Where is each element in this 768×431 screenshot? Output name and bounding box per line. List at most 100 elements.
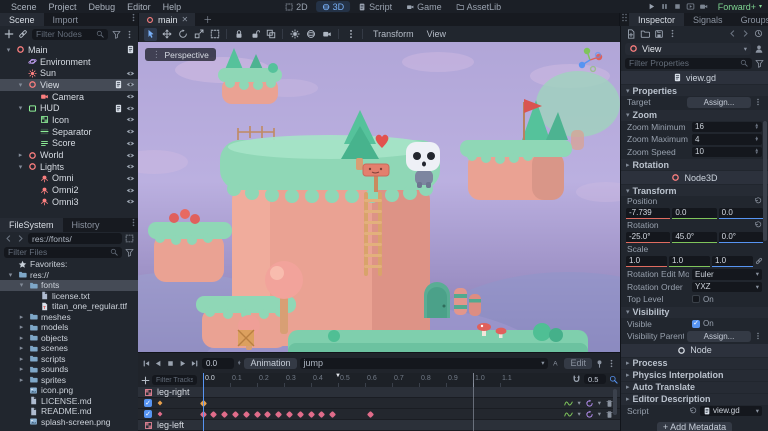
inspector-history-icon[interactable] [754,29,763,38]
menu-help[interactable]: Help [158,2,187,12]
new-resource-button[interactable] [626,29,636,39]
workspace-tab-assetlib[interactable]: AssetLib [450,1,508,12]
renderer-dropdown[interactable]: Forward+▾ [712,2,762,12]
scene-filter-input[interactable] [32,29,108,40]
property-checkbox[interactable] [692,295,700,303]
resource-extra-menu-icon[interactable] [668,29,677,38]
left-dock-tab-import[interactable]: Import [44,13,88,26]
scale-tool[interactable] [192,28,205,41]
scene-tree-item[interactable]: Sun [0,67,138,79]
file-tree-item[interactable]: license.txt [0,291,138,302]
file-tree-item[interactable]: ▸scenes [0,343,138,354]
assign-button[interactable]: Assign... [687,331,751,342]
timeline-zoom-icon[interactable] [609,375,618,384]
file-tree-item[interactable]: ▸objects [0,333,138,344]
right-dock-tab-signals[interactable]: Signals [684,13,732,26]
viewport-3d[interactable]: ⋮Perspective [138,42,620,352]
transform-menu-button[interactable]: Transform [368,29,419,39]
scene-tree-item[interactable]: Camera [0,91,138,103]
revert-value-icon[interactable] [754,197,762,205]
close-icon[interactable]: ✕ [182,15,189,24]
vector-component-field[interactable]: 1.0 [626,256,667,267]
animation-name-dropdown[interactable]: jump▾ [300,358,549,369]
menu-scene[interactable]: Scene [6,2,42,12]
visibility-toggle-icon[interactable] [126,162,135,171]
left-dock-tab-scene[interactable]: Scene [0,13,44,26]
left-dock-menu-icon[interactable] [129,13,138,22]
add-track-button[interactable] [141,376,150,385]
file-tree-item[interactable]: ▸sprites [0,375,138,386]
keyframe[interactable] [329,411,336,418]
option-dropdown[interactable]: YXZ▾ [692,282,762,293]
play-scene-button[interactable] [686,2,695,11]
animation-menu-button[interactable]: Animation [244,358,296,369]
anim-skip-end-button[interactable] [190,359,199,368]
unlock-node-button[interactable] [248,28,261,41]
inspector-category[interactable]: Node3D [621,171,768,184]
track-filter-input[interactable] [152,375,197,385]
visibility-toggle-icon[interactable] [126,80,135,89]
visibility-toggle-icon[interactable] [126,197,135,206]
filesystem-tab-filesystem[interactable]: FileSystem [0,218,63,232]
scene-tree-item[interactable]: Separator [0,126,138,138]
keyframe[interactable] [297,411,304,418]
scene-tree-item[interactable]: Score [0,138,138,150]
inspector-section-toggle[interactable]: ▾Visibility [621,307,768,318]
track-enabled-checkbox[interactable]: ✓ [144,410,152,418]
snap-step-field[interactable] [584,374,606,384]
number-field[interactable]: 4▲▼ [692,134,762,145]
file-filter-input[interactable] [4,247,122,258]
right-dock-tab-groups[interactable]: Groups [732,13,768,26]
file-tree-item[interactable]: ▸meshes [0,312,138,323]
preview-sun-toggle[interactable] [288,28,301,41]
vector-component-field[interactable]: 1.0 [712,256,753,267]
play-button[interactable] [647,2,656,11]
scene-tree-item[interactable]: ▾HUD [0,102,138,114]
camera-preview-toggle[interactable] [320,28,333,41]
file-tree-item[interactable]: ▸sounds [0,364,138,375]
scene-tree-item[interactable]: ▾Lights [0,161,138,173]
visibility-toggle-icon[interactable] [126,104,135,113]
lock-node-button[interactable] [232,28,245,41]
current-path[interactable]: res://fonts/ [28,233,122,244]
anim-stop-button[interactable] [166,359,175,368]
vector-component-field[interactable]: 1.0 [669,256,710,267]
track-enabled-checkbox[interactable]: ✓ [144,399,152,407]
filesystem-tab-history[interactable]: History [63,218,109,232]
scene-tree-item[interactable]: Omni2 [0,184,138,196]
inspector-section-toggle[interactable]: ▸Rotation [621,159,768,170]
visibility-toggle-icon[interactable] [126,186,135,195]
perspective-menu-button[interactable]: ⋮Perspective [145,48,216,61]
select-tool[interactable] [144,28,157,41]
keyframe[interactable] [243,411,250,418]
rotate-tool[interactable] [176,28,189,41]
inspected-node-dropdown[interactable]: View▾ [625,43,751,55]
add-node-button[interactable] [4,29,14,39]
load-resource-button[interactable] [640,29,650,39]
option-dropdown[interactable]: Euler▾ [692,269,762,280]
keyframe[interactable] [232,411,239,418]
animation-track[interactable]: ✓▾▾ [138,398,620,409]
inspector-scrollbar[interactable] [763,121,767,241]
scene-tree-item[interactable]: ▾View [0,79,138,91]
pin-animation-icon[interactable] [595,359,604,368]
inspector-section-toggle[interactable]: ▾Transform [621,185,768,196]
visibility-toggle-icon[interactable] [126,69,135,78]
tracks-scrollbar[interactable] [613,389,617,415]
filter-type-icon[interactable] [112,30,121,39]
file-tree-item[interactable]: ▸scripts [0,354,138,365]
keyframe[interactable] [275,411,282,418]
file-tree-item[interactable]: LICENSE.md [0,396,138,407]
inspector-section-toggle[interactable]: ▸Process [621,358,768,369]
movie-maker-button[interactable] [699,2,708,11]
3d-scene[interactable] [138,42,620,352]
assign-button[interactable]: Assign... [687,97,751,108]
inspector-section-toggle[interactable]: ▸Auto Translate [621,382,768,393]
track-group[interactable]: leg-left [138,420,620,431]
stop-button[interactable] [673,2,682,11]
workspace-tab-2d[interactable]: 2D [279,1,314,12]
file-sort-icon[interactable] [125,248,134,257]
visibility-toggle-icon[interactable] [126,151,135,160]
property-extra-icon[interactable] [754,98,762,106]
scene-tree-item[interactable]: Omni [0,173,138,185]
